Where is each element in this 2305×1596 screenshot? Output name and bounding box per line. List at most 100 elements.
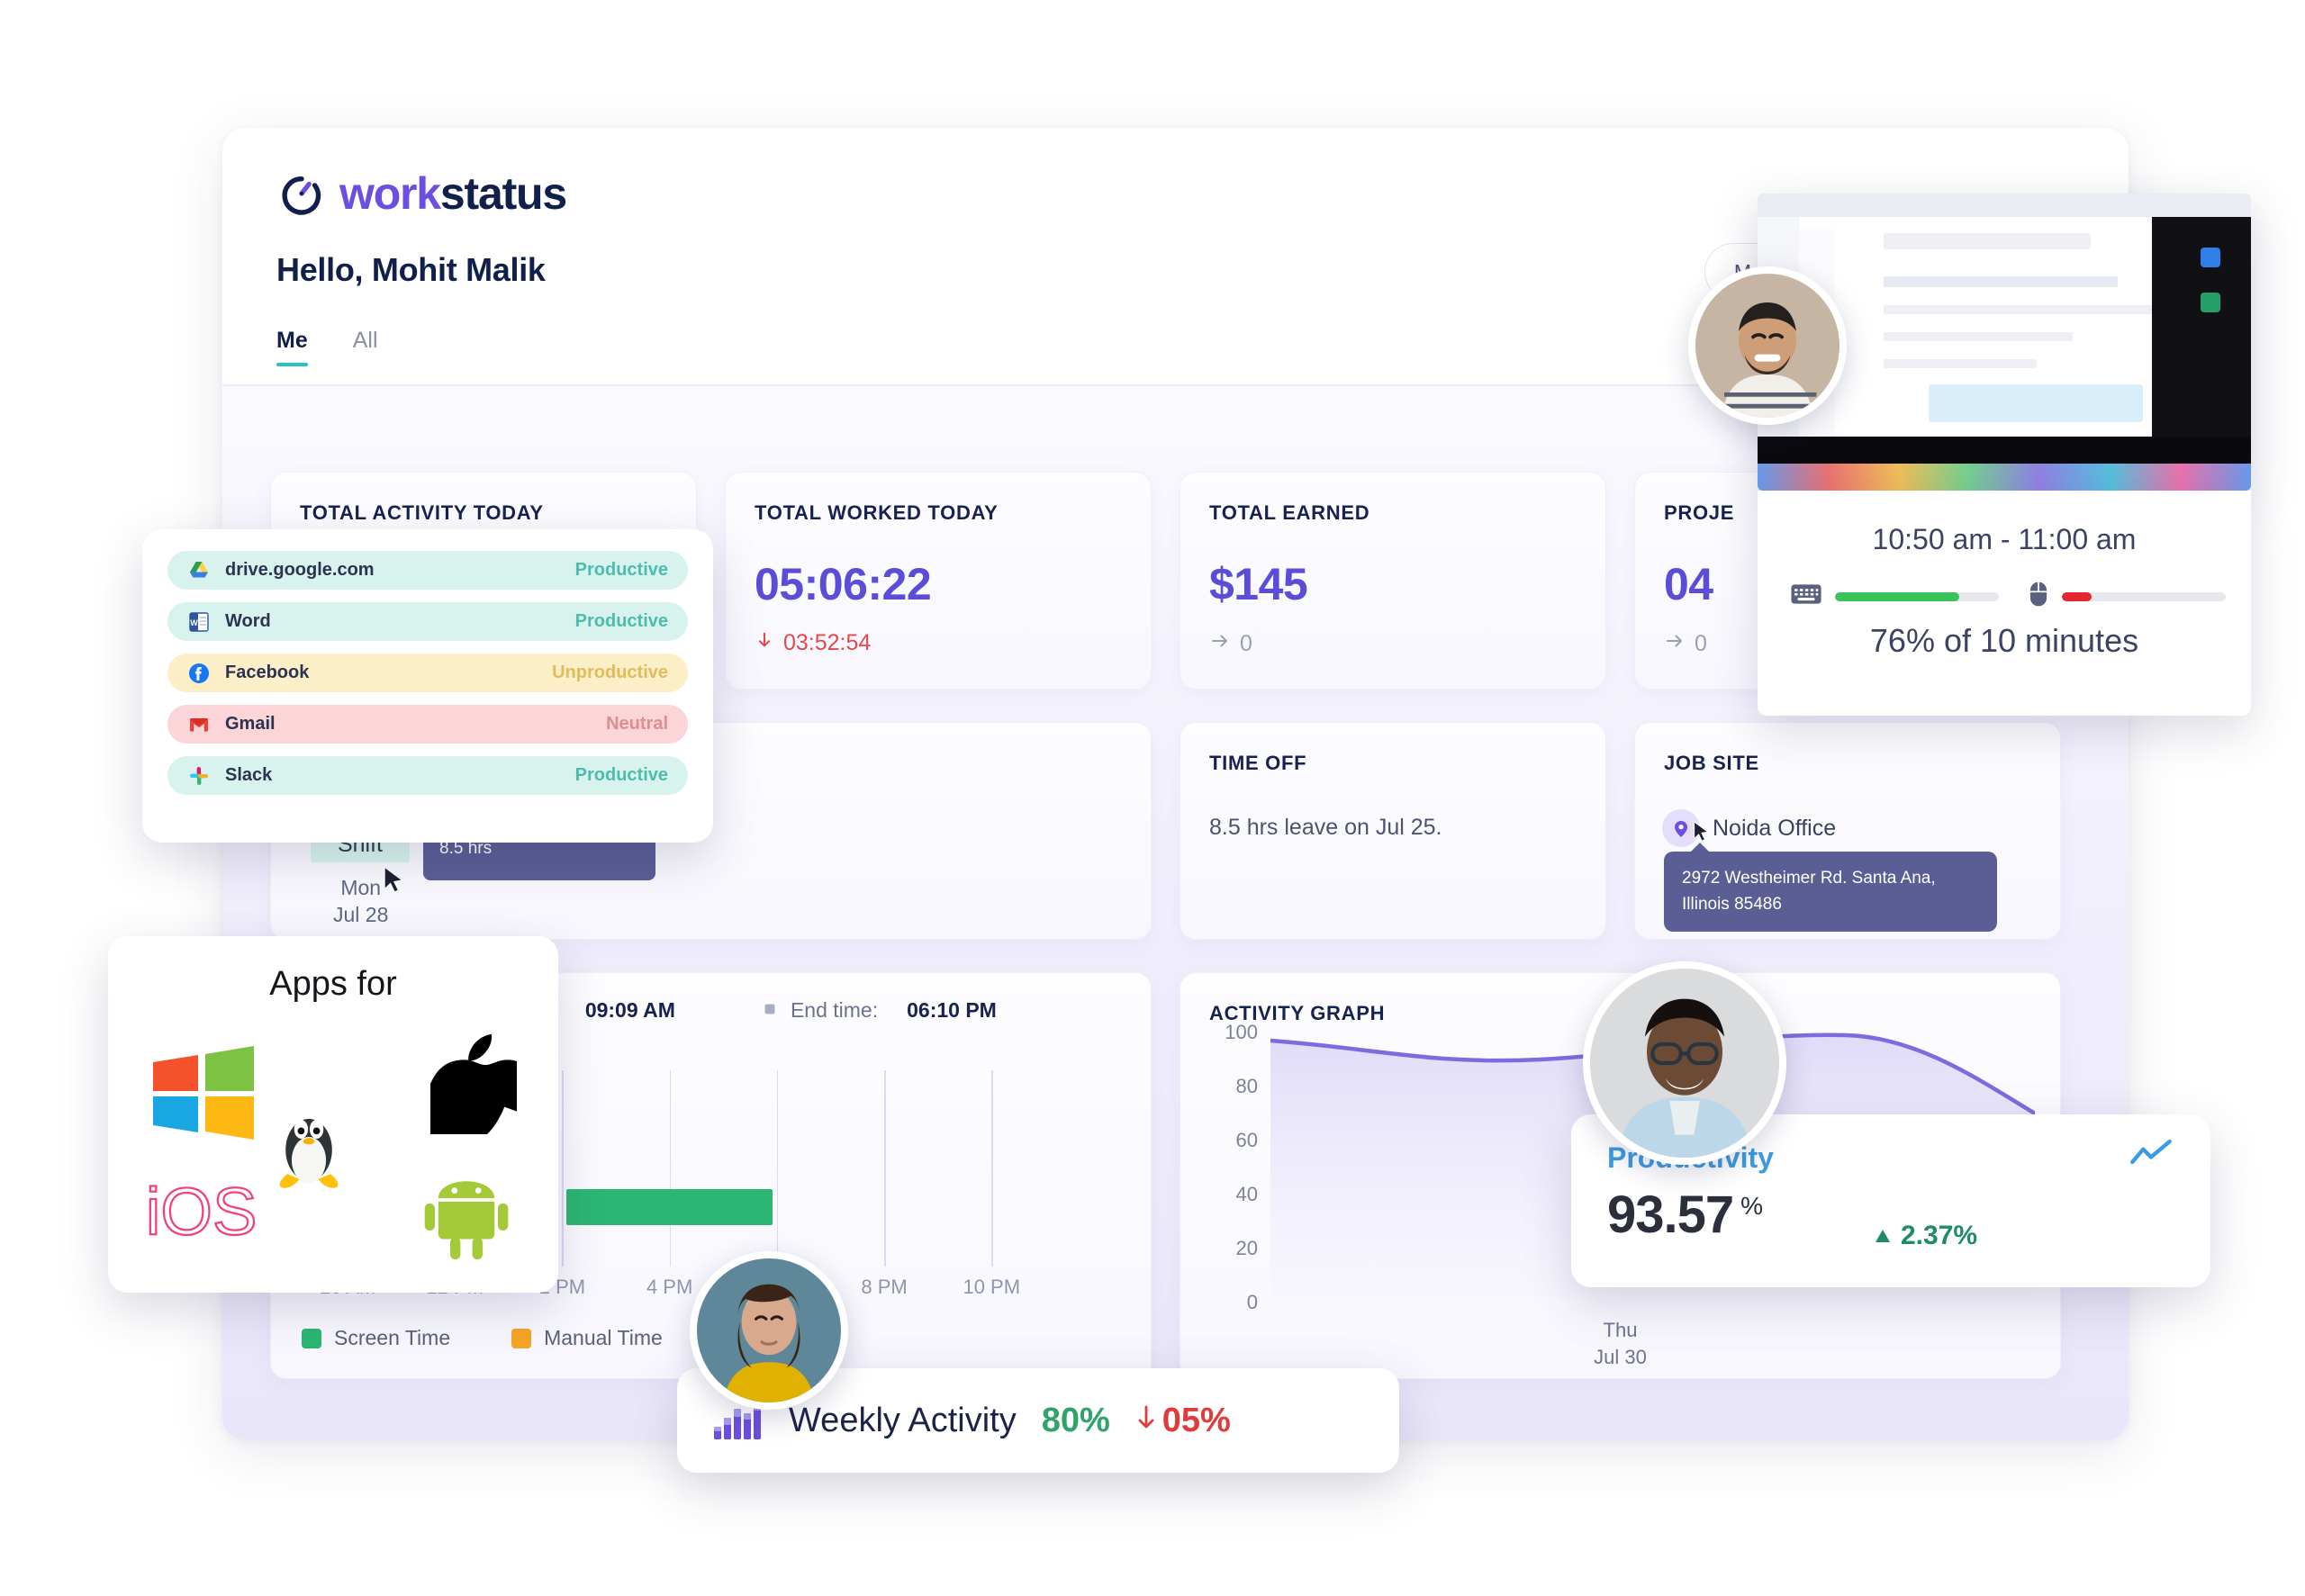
keyboard-icon <box>1790 582 1822 610</box>
total-worked-value: 05:06:22 <box>755 559 932 609</box>
productivity-number: 93.57 <box>1607 1186 1734 1244</box>
shift-date: Mon Jul 28 <box>333 875 388 929</box>
card-title: TIME OFF <box>1209 752 1307 774</box>
line-chart-icon[interactable] <box>2129 1138 2173 1171</box>
windows-icon <box>149 1042 258 1146</box>
time-off-body: 8.5 hrs leave on Jul 25. <box>1209 815 1442 840</box>
activity-graph-x-axis: Thu Jul 30 <box>1180 1317 2060 1370</box>
job-site-tooltip-line1: 2972 Westheimer Rd. Santa Ana, <box>1682 869 1936 888</box>
card-title: TOTAL WORKED TODAY <box>755 501 999 524</box>
y-tick: 100 <box>1225 1021 1258 1043</box>
screenshot-time-range: 10:50 am - 11:00 am <box>1872 523 2137 555</box>
word-icon: W <box>187 610 211 634</box>
app-logo: workstatus <box>276 168 567 219</box>
delta-value: 2.37% <box>1901 1221 1978 1250</box>
page-root: workstatus Hello, Mohit Malik Manage Wid… <box>0 0 2305 1596</box>
y-tick: 80 <box>1235 1075 1258 1097</box>
logo-wordmark: workstatus <box>339 168 567 219</box>
apps-activity-popup: drive.google.com Productive W Word Produ… <box>142 529 713 843</box>
axis-tick: 4 PM <box>646 1276 693 1298</box>
weekly-activity-value: 80% <box>1041 1401 1110 1439</box>
card-title: PROJE <box>1664 501 1735 524</box>
arrow-down-icon <box>755 630 774 656</box>
card-total-earned[interactable]: TOTAL EARNED $145 0 <box>1180 472 1606 690</box>
app-row[interactable]: Facebook Unproductive <box>167 654 688 692</box>
apps-for-card: Apps for iOS <box>108 936 558 1293</box>
tab-all[interactable]: All <box>353 328 378 366</box>
axis-tick: 10 PM <box>963 1276 1021 1298</box>
x-tick-day: Thu <box>1603 1319 1638 1341</box>
screenshot-input-meters <box>1790 581 2226 612</box>
legend-swatch <box>511 1328 532 1348</box>
legend-item-screen-time: Screen Time <box>302 1326 450 1350</box>
app-name: Facebook <box>225 663 310 682</box>
total-earned-value: $145 <box>1209 559 1308 609</box>
avatar[interactable] <box>1688 266 1847 425</box>
change-value: 05% <box>1162 1401 1231 1439</box>
apps-for-title: Apps for <box>269 965 397 1003</box>
delta-value: 03:52:54 <box>783 630 872 655</box>
facebook-icon <box>187 662 211 685</box>
app-name: drive.google.com <box>225 560 375 580</box>
stopwatch-icon <box>276 168 327 219</box>
avatar-photo <box>1695 274 1839 418</box>
delta-value: 0 <box>1240 631 1252 656</box>
app-row[interactable]: Slack Productive <box>167 756 688 795</box>
android-icon <box>420 1169 513 1267</box>
page-title: Hello, Mohit Malik <box>276 251 546 288</box>
arrow-down-icon <box>1135 1402 1157 1440</box>
view-tabs: Me All <box>276 328 378 366</box>
avatar-photo <box>1590 969 1779 1158</box>
mouse-pointer-icon <box>383 865 406 897</box>
card-title: TOTAL ACTIVITY TODAY <box>300 501 544 524</box>
card-time-off[interactable]: TIME OFF 8.5 hrs leave on Jul 25. <box>1180 722 1606 940</box>
screenshot-activity-tooltip: 10:50 am - 11:00 am 76% of 10 minutes <box>1758 491 2251 716</box>
triangle-up-icon <box>1874 1221 1892 1251</box>
mouse-pointer-icon <box>1693 820 1711 844</box>
legend-label: Manual Time <box>544 1326 663 1349</box>
svg-text:W: W <box>190 618 198 627</box>
app-tag: Neutral <box>606 714 668 734</box>
app-name: Slack <box>225 765 273 785</box>
axis-tick: 8 PM <box>861 1276 908 1298</box>
start-time-value: 09:09 AM <box>584 998 675 1022</box>
avatar[interactable] <box>690 1251 848 1410</box>
y-tick: 20 <box>1235 1237 1258 1259</box>
app-row[interactable]: Gmail Neutral <box>167 705 688 744</box>
delta-value: 0 <box>1695 631 1707 656</box>
productivity-value: 93.57% <box>1607 1185 1763 1245</box>
app-row[interactable]: W Word Productive <box>167 602 688 641</box>
end-time-label: End time: <box>790 998 879 1022</box>
stop-icon <box>762 998 778 1023</box>
legend-label: Screen Time <box>334 1326 451 1349</box>
avatar[interactable] <box>1583 961 1786 1165</box>
weekly-activity-change: 05% <box>1135 1402 1231 1440</box>
apple-icon <box>415 1033 533 1140</box>
card-total-worked[interactable]: TOTAL WORKED TODAY 05:06:22 03:52:54 <box>725 472 1152 690</box>
job-site-location[interactable]: Noida Office <box>1662 809 1836 847</box>
app-row[interactable]: drive.google.com Productive <box>167 551 688 590</box>
shift-day: Mon <box>340 876 382 899</box>
gmail-icon <box>187 713 211 736</box>
tab-me[interactable]: Me <box>276 328 308 366</box>
keyboard-activity-bar <box>1835 591 1999 601</box>
shift-date-value: Jul 28 <box>333 902 389 926</box>
linux-icon <box>270 1100 348 1199</box>
timesheet-bar[interactable] <box>566 1189 773 1225</box>
total-worked-delta: 03:52:54 <box>755 630 871 656</box>
logo-status: status <box>439 168 567 219</box>
ios-icon: iOS <box>144 1174 281 1251</box>
app-tag: Productive <box>574 611 668 631</box>
legend-item-manual-time: Manual Time <box>511 1326 663 1350</box>
logo-work: work <box>339 168 441 219</box>
app-tag: Productive <box>574 560 668 580</box>
app-name: Word <box>225 611 271 631</box>
card-title: TOTAL EARNED <box>1209 501 1370 524</box>
job-site-name: Noida Office <box>1713 815 1837 841</box>
x-tick-date: Jul 30 <box>1594 1345 1647 1368</box>
avatar-photo <box>697 1258 841 1402</box>
productivity-delta: 2.37% <box>1874 1221 1977 1251</box>
end-time-value: 06:10 PM <box>907 998 997 1022</box>
end-time-group: End time: 06:10 PM <box>762 998 997 1023</box>
svg-text:iOS: iOS <box>146 1178 258 1247</box>
